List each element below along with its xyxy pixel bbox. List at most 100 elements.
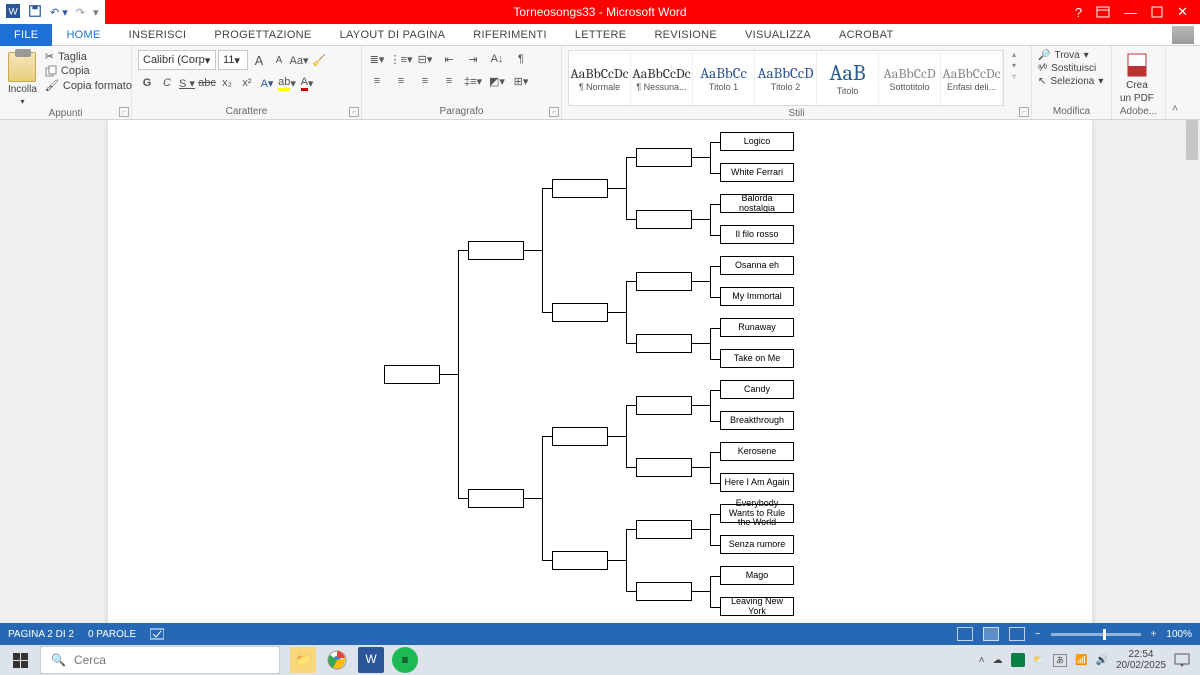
bracket-r2-6[interactable]: [636, 520, 692, 539]
tab-file[interactable]: FILE: [0, 24, 52, 46]
tray-onedrive-icon[interactable]: ☁: [993, 655, 1003, 666]
tab-home[interactable]: HOME: [52, 24, 114, 46]
save-icon[interactable]: [28, 4, 42, 21]
taskbar-search[interactable]: 🔍 Cerca: [40, 646, 280, 674]
font-color-icon[interactable]: A▾: [298, 74, 316, 92]
minimize-icon[interactable]: —: [1124, 5, 1137, 20]
scroll-thumb[interactable]: [1186, 120, 1198, 160]
word-count[interactable]: 0 PAROLE: [88, 629, 136, 640]
bracket-leaf-8[interactable]: Candy: [720, 380, 794, 399]
read-mode-icon[interactable]: [957, 627, 973, 641]
strike-button[interactable]: abc: [198, 74, 216, 92]
bracket-r2-5[interactable]: [636, 458, 692, 477]
word-taskbar-icon[interactable]: W: [358, 647, 384, 673]
bracket-leaf-3[interactable]: Il filo rosso: [720, 225, 794, 244]
style-titolo-1[interactable]: AaBbCcTitolo 1: [693, 51, 755, 105]
tray-clock[interactable]: 22:54 20/02/2025: [1116, 649, 1166, 671]
show-marks-icon[interactable]: ¶: [512, 50, 530, 68]
style-titolo[interactable]: AaBTitolo: [817, 51, 879, 105]
bullets-icon[interactable]: ≣▾: [368, 50, 386, 68]
bracket-leaf-15[interactable]: Leaving New York: [720, 597, 794, 616]
tab-riferimenti[interactable]: RIFERIMENTI: [459, 24, 561, 46]
bracket-r3-3[interactable]: [552, 551, 608, 570]
format-painter-button[interactable]: 🖌Copia formato: [45, 79, 132, 92]
line-spacing-icon[interactable]: ‡≡▾: [464, 72, 482, 90]
styles-dialog-icon[interactable]: ⌐: [1019, 107, 1029, 117]
bracket-r2-7[interactable]: [636, 582, 692, 601]
bracket-r3-0[interactable]: [552, 179, 608, 198]
bracket-leaf-0[interactable]: Logico: [720, 132, 794, 151]
bracket-r2-2[interactable]: [636, 272, 692, 291]
shading-icon[interactable]: ◩▾: [488, 72, 506, 90]
style--normale[interactable]: AaBbCcDc¶ Normale: [569, 51, 631, 105]
font-size-select[interactable]: 11 ▾: [218, 50, 248, 70]
bracket-leaf-5[interactable]: My Immortal: [720, 287, 794, 306]
underline-button[interactable]: S ▾: [178, 74, 196, 92]
tray-meet-icon[interactable]: [1011, 653, 1025, 667]
grow-font-icon[interactable]: A: [250, 51, 268, 69]
bracket-leaf-9[interactable]: Breakthrough: [720, 411, 794, 430]
paste-button[interactable]: Incolla ▾: [6, 50, 39, 106]
font-dialog-icon[interactable]: ⌐: [349, 107, 359, 117]
spotify-icon[interactable]: ≡: [392, 647, 418, 673]
start-button[interactable]: [0, 645, 40, 675]
bracket-leaf-1[interactable]: White Ferrari: [720, 163, 794, 182]
undo-icon[interactable]: ↶ ▾: [50, 6, 68, 19]
vertical-scrollbar[interactable]: ▼: [1184, 120, 1200, 645]
replace-button[interactable]: ᵃ⁄ᵇSostituisci: [1038, 63, 1103, 74]
text-effects-icon[interactable]: A▾: [258, 74, 276, 92]
bracket-leaf-7[interactable]: Take on Me: [720, 349, 794, 368]
clipboard-dialog-icon[interactable]: ⌐: [119, 107, 129, 117]
align-right-icon[interactable]: ≡: [416, 72, 434, 90]
proofing-icon[interactable]: [150, 628, 164, 640]
font-name-select[interactable]: Calibri (Corp ▾: [138, 50, 216, 70]
close-icon[interactable]: ✕: [1177, 4, 1188, 20]
tray-chevron-icon[interactable]: ˄: [979, 655, 985, 666]
bracket-leaf-4[interactable]: Osanna eh: [720, 256, 794, 275]
cut-button[interactable]: ✂Taglia: [45, 50, 132, 63]
bold-button[interactable]: G: [138, 74, 156, 92]
zoom-slider[interactable]: [1051, 633, 1141, 636]
tray-wifi-icon[interactable]: 📶: [1075, 655, 1087, 666]
outdent-icon[interactable]: ⇤: [440, 50, 458, 68]
tab-lettere[interactable]: LETTERE: [561, 24, 641, 46]
tray-volume-icon[interactable]: 🔊: [1095, 655, 1107, 666]
borders-icon[interactable]: ⊞▾: [512, 72, 530, 90]
styles-down-icon[interactable]: ▾: [1012, 61, 1016, 70]
print-layout-icon[interactable]: [983, 627, 999, 641]
bracket-r3-2[interactable]: [552, 427, 608, 446]
tab-acrobat[interactable]: ACROBAT: [825, 24, 907, 46]
zoom-out-icon[interactable]: −: [1035, 629, 1041, 640]
paragraph-dialog-icon[interactable]: ⌐: [549, 107, 559, 117]
redo-icon[interactable]: ↷: [76, 6, 85, 19]
highlight-icon[interactable]: ab▾: [278, 74, 296, 92]
bracket-leaf-13[interactable]: Senza rumore: [720, 535, 794, 554]
bracket-r3-1[interactable]: [552, 303, 608, 322]
subscript-button[interactable]: x₂: [218, 74, 236, 92]
italic-button[interactable]: C: [158, 74, 176, 92]
bracket-r2-3[interactable]: [636, 334, 692, 353]
styles-up-icon[interactable]: ▴: [1012, 50, 1016, 59]
align-center-icon[interactable]: ≡: [392, 72, 410, 90]
bracket-r2-1[interactable]: [636, 210, 692, 229]
sort-icon[interactable]: A↓: [488, 50, 506, 68]
bracket-r4-1[interactable]: [468, 489, 524, 508]
ribbon-opts-icon[interactable]: [1096, 6, 1110, 18]
styles-more-icon[interactable]: ▿: [1012, 72, 1016, 81]
style-titolo-2[interactable]: AaBbCcDTitolo 2: [755, 51, 817, 105]
align-left-icon[interactable]: ≡: [368, 72, 386, 90]
tab-revisione[interactable]: REVISIONE: [640, 24, 731, 46]
explorer-icon[interactable]: 📁: [290, 647, 316, 673]
indent-icon[interactable]: ⇥: [464, 50, 482, 68]
superscript-button[interactable]: x²: [238, 74, 256, 92]
change-case-icon[interactable]: Aa▾: [290, 51, 308, 69]
maximize-icon[interactable]: [1151, 6, 1163, 18]
zoom-in-icon[interactable]: +: [1151, 629, 1157, 640]
help-icon[interactable]: ?: [1075, 5, 1082, 20]
page-indicator[interactable]: PAGINA 2 DI 2: [8, 629, 74, 640]
bracket-final[interactable]: [384, 365, 440, 384]
tray-lang-icon[interactable]: あ: [1053, 654, 1067, 667]
account-icon[interactable]: [1172, 26, 1194, 44]
bracket-leaf-14[interactable]: Mago: [720, 566, 794, 585]
qa-more-icon[interactable]: ▾: [93, 6, 99, 19]
